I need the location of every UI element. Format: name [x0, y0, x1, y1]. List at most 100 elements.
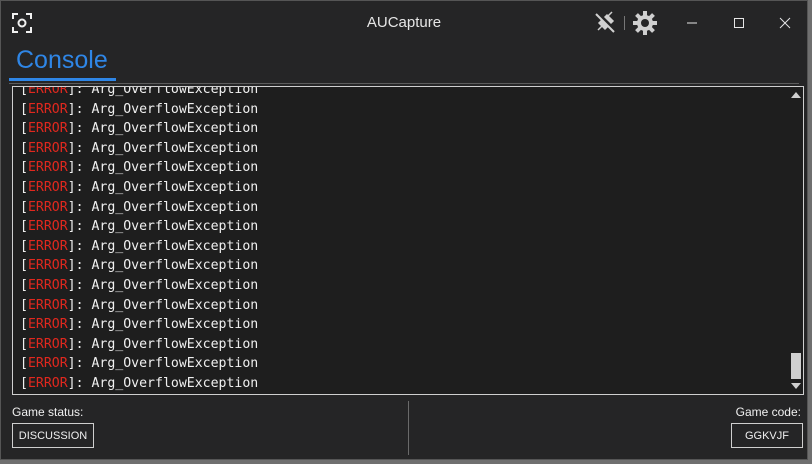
active-tab-indicator [9, 78, 116, 81]
console-line-message: Arg_OverflowException [91, 101, 259, 117]
console-line-open-bracket: [ [20, 277, 28, 293]
console-line-separator: ]: [67, 336, 92, 352]
console-line-separator: ]: [67, 356, 92, 372]
gear-icon [633, 11, 657, 35]
console-line-separator: ]: [67, 375, 92, 391]
app-window: AUCapture Console [ERROR]: Arg_OverflowE… [0, 0, 808, 460]
console-line: [ERROR]: Arg_OverflowException [20, 276, 258, 296]
console-line-open-bracket: [ [20, 219, 28, 235]
console-line-level: ERROR [27, 277, 68, 293]
minimize-icon [687, 22, 697, 24]
console-lines: [ERROR]: Arg_OverflowException [ERROR]: A… [20, 86, 259, 394]
settings-button[interactable] [631, 9, 659, 37]
console-line-level: ERROR [27, 179, 68, 195]
console-line-level: ERROR [27, 101, 68, 117]
console-scrollbar[interactable] [788, 87, 803, 394]
console-line: [ERROR]: Arg_OverflowException [20, 139, 258, 159]
console-line-separator: ]: [67, 121, 92, 137]
console-line-open-bracket: [ [20, 238, 28, 254]
console-line: [ERROR]: Arg_OverflowException [20, 335, 258, 355]
scroll-thumb[interactable] [791, 353, 801, 379]
console-line: [ERROR]: Arg_OverflowException [20, 256, 258, 276]
console-line-message: Arg_OverflowException [91, 317, 259, 333]
console-line-level: ERROR [27, 258, 68, 274]
close-icon [779, 17, 791, 29]
console-line-level: ERROR [27, 238, 68, 254]
minimize-button[interactable] [678, 9, 706, 37]
maximize-icon [734, 18, 744, 28]
console-line-level: ERROR [27, 140, 68, 156]
maximize-button[interactable] [725, 9, 753, 37]
console-line-open-bracket: [ [20, 121, 28, 137]
console-line-level: ERROR [27, 336, 68, 352]
console-log[interactable]: [ERROR]: Arg_OverflowException [ERROR]: A… [12, 86, 804, 395]
console-line: [ERROR]: Arg_OverflowException [20, 100, 258, 120]
console-line-open-bracket: [ [20, 356, 28, 372]
console-line-level: ERROR [27, 160, 68, 176]
close-button[interactable] [771, 9, 799, 37]
game-status-label: Game status: [12, 405, 84, 419]
console-line-level: ERROR [27, 356, 68, 372]
console-line-message: Arg_OverflowException [91, 199, 259, 215]
console-line-message: Arg_OverflowException [91, 160, 259, 176]
console-line: [ERROR]: Arg_OverflowException [20, 354, 258, 374]
console-line: [ERROR]: Arg_OverflowException [20, 374, 258, 394]
console-line-level: ERROR [27, 375, 68, 391]
console-line-message: Arg_OverflowException [91, 336, 259, 352]
console-line-level: ERROR [27, 199, 68, 215]
console-line-open-bracket: [ [20, 140, 28, 156]
console-line-message: Arg_OverflowException [91, 179, 259, 195]
console-line-separator: ]: [67, 317, 92, 333]
console-line: [ERROR]: Arg_OverflowException [20, 217, 258, 237]
console-line-message: Arg_OverflowException [91, 297, 259, 313]
console-line-open-bracket: [ [20, 317, 28, 333]
console-line-open-bracket: [ [20, 160, 28, 176]
scroll-down-arrow-icon[interactable] [791, 383, 801, 389]
console-line-separator: ]: [67, 219, 92, 235]
console-line-message: Arg_OverflowException [91, 121, 259, 137]
console-line-message: Arg_OverflowException [91, 140, 259, 156]
scroll-up-arrow-icon[interactable] [791, 92, 801, 98]
console-line-open-bracket: [ [20, 297, 28, 313]
console-line: [ERROR]: Arg_OverflowException [20, 178, 258, 198]
console-line-level: ERROR [27, 297, 68, 313]
console-line-message: Arg_OverflowException [91, 86, 259, 97]
game-code-label: Game code: [735, 405, 801, 419]
console-line-level: ERROR [27, 219, 68, 235]
console-line: [ERROR]: Arg_OverflowException [20, 198, 258, 218]
console-line-open-bracket: [ [20, 179, 28, 195]
console-line: [ERROR]: Arg_OverflowException [20, 119, 258, 139]
footer-divider [408, 401, 409, 455]
console-line-separator: ]: [67, 258, 92, 274]
console-line-separator: ]: [67, 179, 92, 195]
title-separator [624, 16, 625, 30]
console-line-open-bracket: [ [20, 258, 28, 274]
console-line-level: ERROR [27, 86, 68, 97]
console-line-open-bracket: [ [20, 336, 28, 352]
console-line-level: ERROR [27, 121, 68, 137]
plug-disconnected-button[interactable] [591, 9, 619, 37]
console-line: [ERROR]: Arg_OverflowException [20, 158, 258, 178]
console-line-message: Arg_OverflowException [91, 219, 259, 235]
tab-console-label: Console [16, 46, 108, 74]
tab-bar: Console [9, 45, 799, 84]
console-line-message: Arg_OverflowException [91, 258, 259, 274]
title-bar[interactable]: AUCapture [1, 1, 807, 45]
console-line-separator: ]: [67, 297, 92, 313]
console-line-open-bracket: [ [20, 86, 28, 97]
game-code-value[interactable]: GGKVJF [731, 423, 803, 448]
console-line: [ERROR]: Arg_OverflowException [20, 86, 259, 100]
console-line: [ERROR]: Arg_OverflowException [20, 296, 258, 316]
console-line-separator: ]: [67, 160, 92, 176]
console-line-separator: ]: [67, 101, 92, 117]
console-line-open-bracket: [ [20, 199, 28, 215]
console-line-separator: ]: [67, 238, 92, 254]
console-line-separator: ]: [67, 277, 92, 293]
console-line-separator: ]: [67, 86, 92, 97]
tab-console[interactable]: Console [9, 45, 115, 81]
console-line: [ERROR]: Arg_OverflowException [20, 315, 258, 335]
game-status-value: DISCUSSION [12, 423, 94, 448]
console-line-separator: ]: [67, 140, 92, 156]
console-line-message: Arg_OverflowException [91, 277, 259, 293]
console-line-separator: ]: [67, 199, 92, 215]
